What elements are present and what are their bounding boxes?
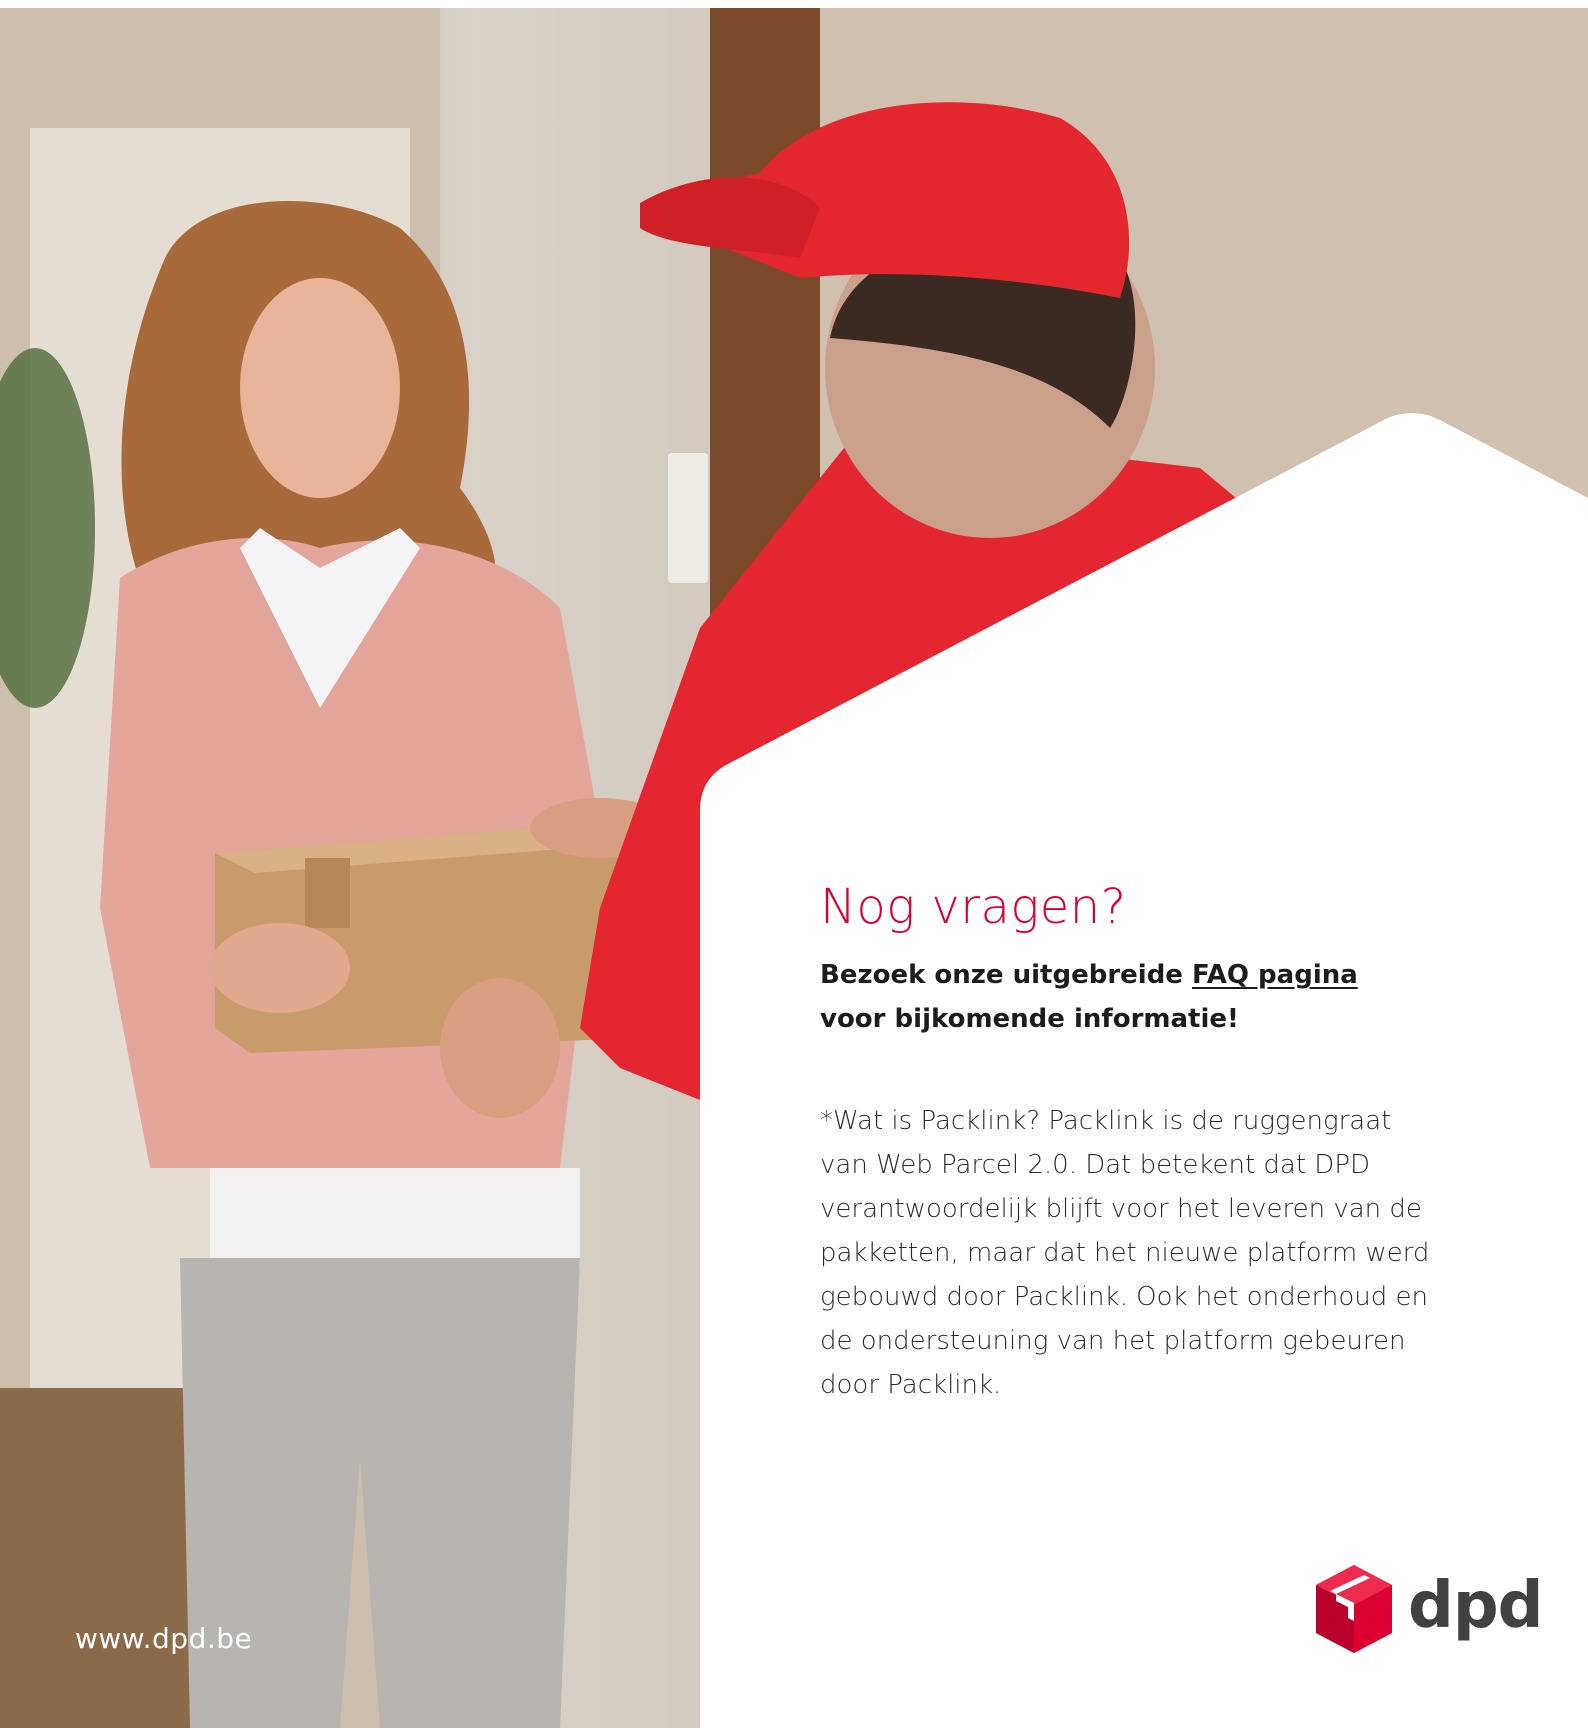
explanation-line: gebouwd door Packlink. Ook het onderhoud… <box>820 1282 1428 1313</box>
website-url[interactable]: www.dpd.be <box>75 1622 252 1655</box>
content-panel <box>700 412 1588 1728</box>
dpd-wordmark: dpd <box>1408 1569 1543 1643</box>
faq-intro-prefix: Bezoek onze uitgebreide <box>820 960 1192 991</box>
brochure-page: Nog vragen? Bezoek onze uitgebreide FAQ … <box>0 0 1588 1728</box>
explanation-line: van Web Parcel 2.0. Dat betekent dat DPD <box>820 1150 1371 1181</box>
faq-intro-suffix: voor bijkomende informatie! <box>820 1004 1239 1035</box>
faq-intro: Bezoek onze uitgebreide FAQ pagina voor … <box>820 953 1520 1041</box>
dpd-cube-icon <box>1316 1565 1392 1653</box>
faq-section: Nog vragen? Bezoek onze uitgebreide FAQ … <box>820 879 1520 1407</box>
explanation-line: *Wat is Packlink? Packlink is de ruggeng… <box>820 1106 1392 1137</box>
explanation-line: pakketten, maar dat het nieuwe platform … <box>820 1238 1430 1269</box>
explanation-line: door Packlink. <box>820 1370 1002 1401</box>
packlink-explanation: *Wat is Packlink? Packlink is de ruggeng… <box>820 1099 1520 1407</box>
explanation-line: verantwoordelijk blijft voor het leveren… <box>820 1194 1422 1225</box>
faq-page-link[interactable]: FAQ pagina <box>1192 960 1358 990</box>
explanation-line: de ondersteuning van het platform gebeur… <box>820 1326 1406 1357</box>
section-heading: Nog vragen? <box>820 879 1127 935</box>
dpd-logo: dpd <box>1312 1563 1543 1659</box>
